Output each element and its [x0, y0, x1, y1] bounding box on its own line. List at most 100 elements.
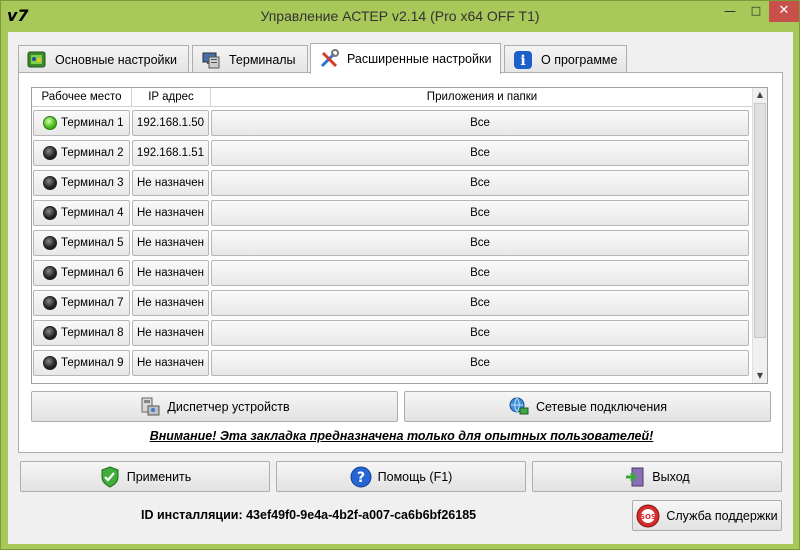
apply-label: Применить: [126, 469, 192, 484]
tab-label: Расширенные настройки: [347, 52, 492, 66]
terminal-button[interactable]: Терминал 6: [33, 260, 130, 286]
terminal-button[interactable]: Терминал 7: [33, 290, 130, 316]
apps-button[interactable]: Все: [211, 140, 749, 166]
network-icon: [508, 396, 530, 418]
ip-button[interactable]: 192.168.1.51: [132, 140, 209, 166]
info-icon: i: [513, 50, 533, 70]
terminal-label: Терминал 8: [61, 327, 124, 339]
close-button[interactable]: ✕: [769, 1, 799, 22]
sos-badge-text: SOS: [640, 513, 656, 521]
network-label: Сетевые подключения: [535, 399, 667, 414]
help-icon: ?: [350, 466, 372, 488]
status-off-icon: [43, 146, 57, 160]
apps-button[interactable]: Все: [211, 320, 749, 346]
tab-basic-settings[interactable]: Основные настройки: [18, 45, 189, 73]
apps-button[interactable]: Все: [211, 290, 749, 316]
terminal-label: Терминал 9: [61, 357, 124, 369]
maximize-button[interactable]: □: [743, 1, 769, 22]
tab-terminals[interactable]: Терминалы: [192, 45, 308, 73]
ip-button[interactable]: 192.168.1.50: [132, 110, 209, 136]
table-row: Терминал 2 192.168.1.51 Все: [32, 138, 753, 168]
status-off-icon: [43, 266, 57, 280]
apply-button[interactable]: Применить: [20, 461, 270, 492]
terminal-label: Терминал 3: [61, 177, 124, 189]
status-on-icon: [43, 116, 57, 130]
apps-button[interactable]: Все: [211, 230, 749, 256]
terminal-button[interactable]: Терминал 5: [33, 230, 130, 256]
exit-label: Выход: [652, 469, 690, 484]
advanced-settings-panel: Рабочее место IP адрес Приложения и папк…: [18, 72, 783, 453]
ip-button[interactable]: Не назначен: [132, 350, 209, 376]
tab-label: О программе: [541, 52, 618, 67]
device-manager-button[interactable]: Диспетчер устройств: [31, 391, 398, 422]
window-title: Управление АСТЕР v2.14 (Pro x64 OFF T1): [260, 8, 540, 24]
tab-advanced-settings[interactable]: Расширенные настройки: [310, 43, 501, 74]
tab-label: Терминалы: [229, 52, 296, 67]
scroll-thumb[interactable]: [754, 103, 766, 338]
terminal-button[interactable]: Терминал 4: [33, 200, 130, 226]
installation-id: ID инсталляции: 43ef49f0-9e4a-4b2f-a007-…: [141, 508, 477, 522]
client-area: Основные настройки Терминалы Расширенные…: [8, 32, 793, 544]
scroll-up-icon[interactable]: ▲: [753, 88, 767, 102]
terminals-grid[interactable]: Рабочее место IP адрес Приложения и папк…: [31, 87, 768, 384]
terminal-label: Терминал 6: [61, 267, 124, 279]
status-off-icon: [43, 356, 57, 370]
table-row: Терминал 7 Не назначен Все: [32, 288, 753, 318]
terminal-label: Терминал 1: [61, 117, 124, 129]
status-off-icon: [43, 326, 57, 340]
device-manager-label: Диспетчер устройств: [167, 399, 290, 414]
terminal-label: Терминал 5: [61, 237, 124, 249]
ip-button[interactable]: Не назначен: [132, 230, 209, 256]
ip-button[interactable]: Не назначен: [132, 290, 209, 316]
col-header-apps[interactable]: Приложения и папки: [211, 88, 753, 107]
title-bar[interactable]: v7 Управление АСТЕР v2.14 (Pro x64 OFF T…: [1, 1, 799, 32]
ip-button[interactable]: Не назначен: [132, 260, 209, 286]
minimize-button[interactable]: —: [717, 1, 743, 22]
table-row: Терминал 9 Не назначен Все: [32, 348, 753, 378]
grid-header: Рабочее место IP адрес Приложения и папк…: [32, 88, 753, 107]
terminal-label: Терминал 2: [61, 147, 124, 159]
exit-door-icon: [624, 466, 646, 488]
scroll-down-icon[interactable]: ▼: [753, 369, 767, 383]
exit-button[interactable]: Выход: [532, 461, 782, 492]
status-off-icon: [43, 206, 57, 220]
terminal-button[interactable]: Терминал 8: [33, 320, 130, 346]
monitor-icon: [201, 50, 221, 70]
tab-label: Основные настройки: [55, 52, 177, 67]
apps-button[interactable]: Все: [211, 110, 749, 136]
help-button[interactable]: ? Помощь (F1): [276, 461, 526, 492]
apps-button[interactable]: Все: [211, 200, 749, 226]
help-label: Помощь (F1): [377, 469, 453, 484]
support-label: Служба поддержки: [666, 508, 778, 523]
table-row: Терминал 6 Не назначен Все: [32, 258, 753, 288]
warning-text: Внимание! Эта закладка предназначена тол…: [149, 429, 654, 443]
device-manager-icon: [139, 396, 161, 418]
terminal-button[interactable]: Терминал 3: [33, 170, 130, 196]
status-off-icon: [43, 236, 57, 250]
vertical-scrollbar[interactable]: ▲ ▼: [752, 88, 767, 383]
terminal-button[interactable]: Терминал 1: [33, 110, 130, 136]
apps-button[interactable]: Все: [211, 350, 749, 376]
terminal-button[interactable]: Терминал 2: [33, 140, 130, 166]
tab-about[interactable]: i О программе: [504, 45, 627, 73]
terminal-label: Терминал 4: [61, 207, 124, 219]
terminal-button[interactable]: Терминал 9: [33, 350, 130, 376]
svg-text:?: ?: [357, 470, 365, 486]
tools-icon: [319, 49, 339, 69]
support-button[interactable]: SOS Служба поддержки: [632, 500, 782, 531]
apps-button[interactable]: Все: [211, 260, 749, 286]
settings-board-icon: [27, 50, 47, 70]
table-row: Терминал 3 Не назначен Все: [32, 168, 753, 198]
sos-icon: SOS: [636, 504, 660, 528]
col-header-workplace[interactable]: Рабочее место: [32, 88, 132, 107]
ip-button[interactable]: Не назначен: [132, 320, 209, 346]
terminal-label: Терминал 7: [61, 297, 124, 309]
svg-text:i: i: [520, 53, 525, 69]
ip-button[interactable]: Не назначен: [132, 200, 209, 226]
ip-button[interactable]: Не назначен: [132, 170, 209, 196]
apps-button[interactable]: Все: [211, 170, 749, 196]
network-connections-button[interactable]: Сетевые подключения: [404, 391, 771, 422]
app-window: v7 Управление АСТЕР v2.14 (Pro x64 OFF T…: [0, 0, 800, 550]
col-header-ip[interactable]: IP адрес: [132, 88, 211, 107]
table-row: Терминал 8 Не назначен Все: [32, 318, 753, 348]
